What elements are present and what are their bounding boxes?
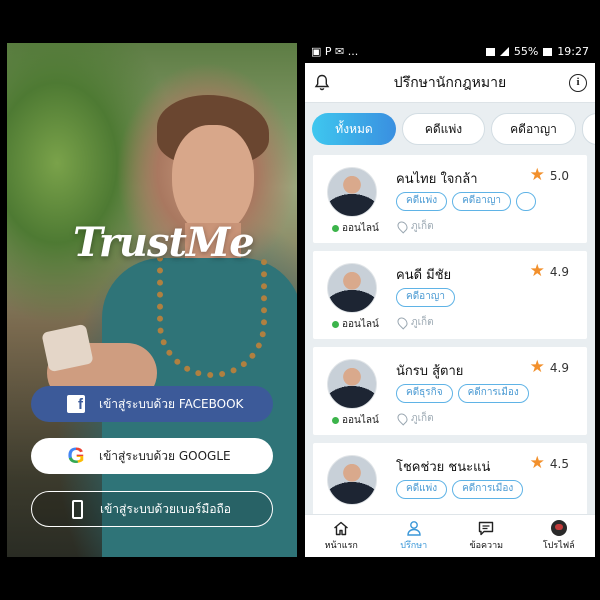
online-dot-icon <box>332 225 339 232</box>
nav-messages-label: ข้อความ <box>469 541 504 551</box>
location-pin-icon <box>395 315 410 330</box>
tab-all[interactable]: ทั้งหมด <box>312 113 396 145</box>
page-title: ปรึกษานักกฎหมาย <box>393 74 507 91</box>
location: ภูเก็ต <box>395 219 434 234</box>
case-tag <box>516 192 537 211</box>
lawyer-card[interactable]: ออนไลน์ คนดี มีชัย ★ 4.9 คดีอาญา ภูเก็ต <box>313 251 587 339</box>
case-tags: คดีแพ่ง คดีการเมือง <box>396 480 586 499</box>
case-tags: คดีธุรกิจ คดีการเมือง <box>396 384 586 403</box>
notification-icons: ▣ P ✉ ... <box>311 45 359 58</box>
google-login-label: เข้าสู่ระบบด้วย GOOGLE <box>99 448 231 463</box>
bell-icon[interactable] <box>313 74 331 92</box>
facebook-login-label: เข้าสู่ระบบด้วย FACEBOOK <box>99 396 244 411</box>
star-icon: ★ <box>529 165 545 185</box>
star-icon: ★ <box>529 357 545 377</box>
lawyer-card[interactable]: ออนไลน์ นักรบ สู้ตาย ★ 4.9 คดีธุรกิจ คดีก… <box>313 347 587 435</box>
avatar <box>327 167 377 217</box>
avatar <box>327 359 377 409</box>
nav-profile[interactable]: โปรไฟล์ <box>523 515 596 557</box>
tab-civil[interactable]: คดีแพ่ง <box>402 113 485 145</box>
chat-icon <box>478 520 494 536</box>
avatar <box>327 455 377 505</box>
background-photo-necklace <box>157 258 267 378</box>
online-status: ออนไลน์ <box>332 317 379 332</box>
info-icon[interactable]: i <box>568 73 587 92</box>
app-logo: TrustMe <box>73 219 255 266</box>
battery-level: 55% <box>513 45 539 58</box>
rating: ★ 5.0 <box>529 165 569 185</box>
lawyer-name: โชคช่วย ชนะแน่ <box>396 460 491 475</box>
avatar <box>327 263 377 313</box>
login-screen: TrustMe f เข้าสู่ระบบด้วย FACEBOOK G เข้… <box>7 43 297 557</box>
case-tag: คดีแพ่ง <box>396 192 448 211</box>
location-pin-icon <box>395 219 410 234</box>
rating: ★ 4.9 <box>529 261 569 281</box>
clock: 19:27 <box>557 45 589 58</box>
lawyer-name: คนดี มีชัย <box>396 268 452 283</box>
nav-messages[interactable]: ข้อความ <box>450 515 523 557</box>
bottom-navigation: หน้าแรก ปรึกษา ข้อความ โปรไฟล์ <box>305 514 595 557</box>
status-bar: ▣ P ✉ ... 55% 19:27 <box>305 40 595 63</box>
category-tabs: ทั้งหมด คดีแพ่ง คดีอาญา <box>305 103 595 155</box>
google-login-button[interactable]: G เข้าสู่ระบบด้วย GOOGLE <box>31 438 273 474</box>
rating: ★ 4.5 <box>529 453 569 473</box>
lawyer-list-screen: ▣ P ✉ ... 55% 19:27 ปรึกษานักกฎหมาย i ทั… <box>305 40 595 557</box>
online-dot-icon <box>332 417 339 424</box>
signal-icon <box>499 47 509 56</box>
facebook-icon: f <box>65 393 87 415</box>
case-tag: คดีการเมือง <box>457 384 529 403</box>
phone-login-label: เข้าสู่ระบบด้วยเบอร์มือถือ <box>100 501 232 516</box>
wifi-icon <box>485 47 495 56</box>
online-dot-icon <box>332 321 339 328</box>
case-tag: คดีการเมือง <box>452 480 524 499</box>
tab-more[interactable] <box>582 113 595 145</box>
star-icon: ★ <box>529 261 545 281</box>
nav-home-label: หน้าแรก <box>324 541 358 551</box>
case-tags: คดีแพ่ง คดีอาญา <box>396 192 586 211</box>
nav-consult-label: ปรึกษา <box>400 541 428 551</box>
app-header: ปรึกษานักกฎหมาย i <box>305 63 595 103</box>
star-icon: ★ <box>529 453 545 473</box>
home-icon <box>333 520 349 536</box>
facebook-login-button[interactable]: f เข้าสู่ระบบด้วย FACEBOOK <box>31 386 273 422</box>
online-status: ออนไลน์ <box>332 221 379 236</box>
person-icon <box>406 520 422 536</box>
phone-login-button[interactable]: เข้าสู่ระบบด้วยเบอร์มือถือ <box>31 491 273 527</box>
profile-avatar-icon <box>550 520 567 536</box>
battery-icon <box>543 47 553 56</box>
lawyer-name: นักรบ สู้ตาย <box>396 364 464 379</box>
tab-criminal[interactable]: คดีอาญา <box>491 113 576 145</box>
lawyer-list: ออนไลน์ คนไทย ใจกล้า ★ 5.0 คดีแพ่ง คดีอาญ… <box>305 155 595 531</box>
location-pin-icon <box>395 411 410 426</box>
case-tag: คดีธุรกิจ <box>396 384 453 403</box>
rating: ★ 4.9 <box>529 357 569 377</box>
case-tags: คดีอาญา <box>396 288 586 307</box>
case-tag: คดีแพ่ง <box>396 480 448 499</box>
location: ภูเก็ต <box>395 315 434 330</box>
lawyer-card[interactable]: ออนไลน์ คนไทย ใจกล้า ★ 5.0 คดีแพ่ง คดีอาญ… <box>313 155 587 243</box>
case-tag: คดีอาญา <box>452 192 512 211</box>
google-icon: G <box>67 443 85 468</box>
nav-home[interactable]: หน้าแรก <box>305 515 378 557</box>
mobile-phone-icon <box>66 498 88 520</box>
lawyer-name: คนไทย ใจกล้า <box>396 172 478 187</box>
location: ภูเก็ต <box>395 411 434 426</box>
nav-consult[interactable]: ปรึกษา <box>378 515 451 557</box>
online-status: ออนไลน์ <box>332 413 379 428</box>
case-tag: คดีอาญา <box>396 288 455 307</box>
nav-profile-label: โปรไฟล์ <box>542 541 575 551</box>
